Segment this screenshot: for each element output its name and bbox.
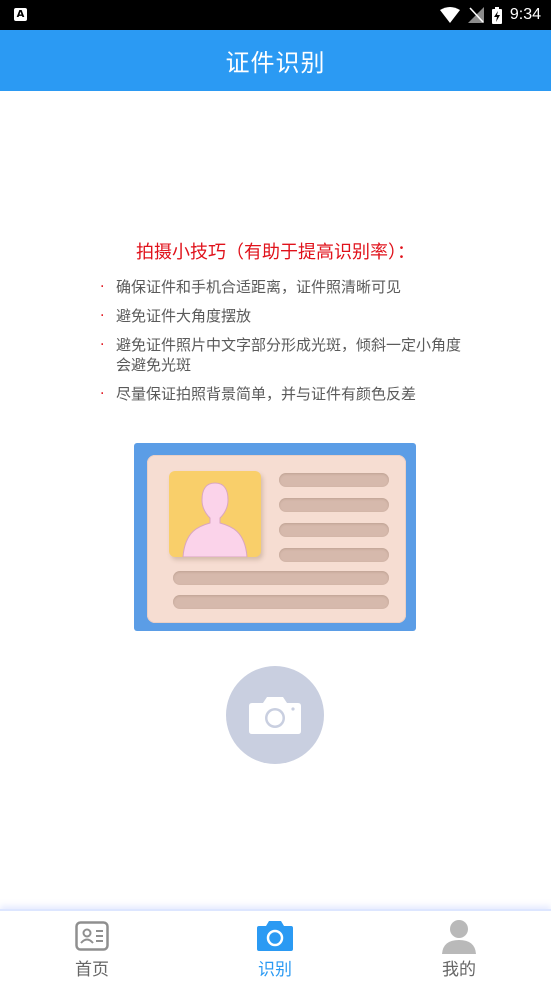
tip-item: · 确保证件和手机合适距离，证件照清晰可见 [100, 277, 480, 297]
bullet-dot: · [100, 279, 105, 295]
clock: 9:34 [509, 6, 541, 23]
nav-item-profile[interactable]: 我的 [399, 911, 519, 983]
id-card-illustration [134, 443, 416, 631]
text-line-placeholder [279, 498, 389, 512]
tip-item: · 避免证件照片中文字部分形成光斑，倾斜一定小角度会避免光斑 [100, 335, 461, 375]
nav-item-recognize[interactable]: 识别 [215, 911, 335, 983]
nav-label: 识别 [258, 960, 292, 980]
tips-title: 拍摄小技巧（有助于提高识别率）： [136, 242, 415, 263]
text-line-placeholder [279, 473, 389, 487]
portrait-silhouette-icon [182, 482, 248, 557]
battery-charging-icon [491, 6, 502, 24]
status-icons: 9:34 [439, 0, 541, 30]
id-card-icon [75, 919, 109, 953]
bullet-dot: · [100, 337, 105, 353]
nav-label: 我的 [442, 960, 476, 980]
tip-text: 避免证件大角度摆放 [116, 307, 252, 325]
nav-item-home[interactable]: 首页 [32, 911, 152, 983]
text-line-placeholder [173, 595, 389, 609]
wifi-icon [439, 7, 460, 23]
page-title: 证件识别 [225, 49, 326, 77]
bullet-dot: · [100, 386, 105, 402]
tip-text: 避免证件照片中文字部分形成光斑，倾斜一定小角度会避免光斑 [116, 336, 462, 374]
tip-item: · 避免证件大角度摆放 [100, 306, 480, 326]
camera-icon [249, 697, 301, 734]
text-line-placeholder [279, 523, 389, 537]
text-line-placeholder [173, 571, 389, 585]
status-bar: A 9:34 [0, 0, 551, 30]
camera-capture-button[interactable] [226, 666, 324, 764]
nav-label: 首页 [75, 960, 109, 980]
text-line-placeholder [279, 548, 389, 562]
no-signal-icon [467, 7, 484, 23]
bullet-dot: · [100, 308, 105, 324]
camera-icon [256, 919, 294, 953]
tip-item: · 尽量保证拍照背景简单，并与证件有颜色反差 [100, 384, 480, 404]
tip-text: 尽量保证拍照背景简单，并与证件有颜色反差 [116, 385, 417, 403]
tip-text: 确保证件和手机合适距离，证件照清晰可见 [116, 278, 402, 296]
id-card-body [147, 455, 406, 623]
bottom-navigation: 首页 识别 我的 [0, 909, 551, 983]
tips-list: · 确保证件和手机合适距离，证件照清晰可见 · 避免证件大角度摆放 · 避免证件… [100, 277, 480, 413]
user-icon [441, 919, 477, 954]
app-notification-icon: A [14, 8, 27, 21]
app-header: 证件识别 [0, 30, 551, 91]
portrait-photo [169, 471, 261, 557]
